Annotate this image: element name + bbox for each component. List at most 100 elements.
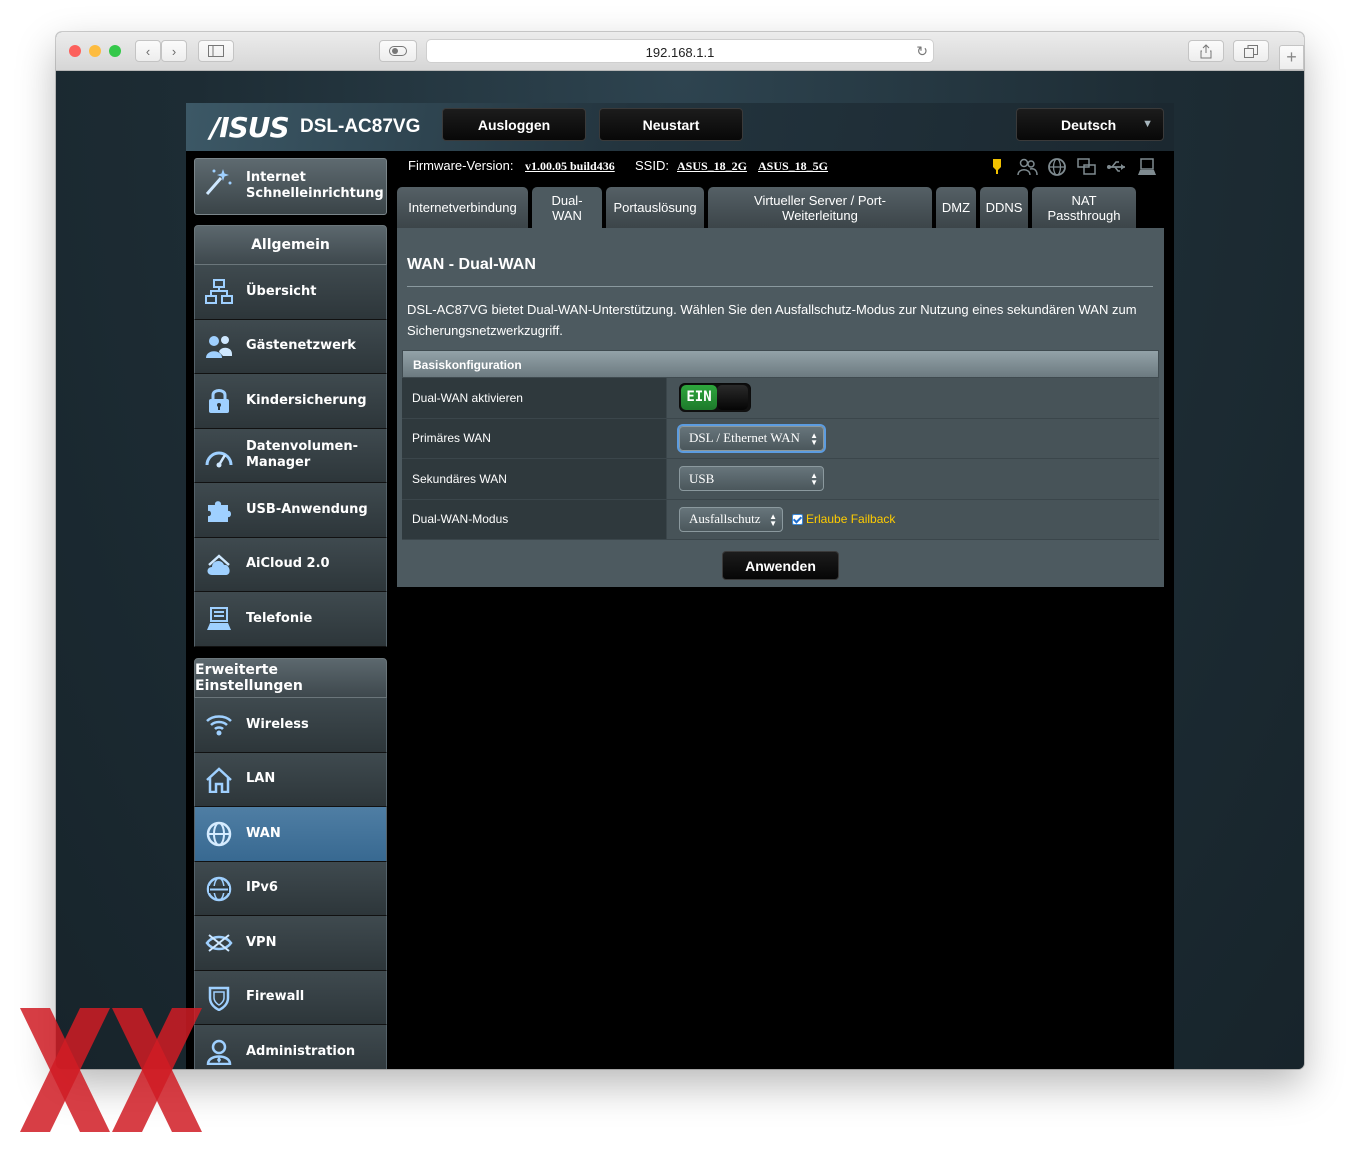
toggle-on-label: EIN xyxy=(681,385,717,411)
clients-icon[interactable] xyxy=(1016,157,1038,177)
tab-label: Dual-WAN xyxy=(551,192,583,223)
new-tab-button[interactable]: + xyxy=(1279,45,1304,70)
reload-icon[interactable]: ↻ xyxy=(916,43,928,60)
tab-nat-passthrough[interactable]: NAT Passthrough xyxy=(1032,187,1136,228)
vpn-icon xyxy=(205,934,233,952)
sidebar-item-guest-network[interactable]: Gästenetzwerk xyxy=(194,319,387,374)
usb-icon[interactable] xyxy=(1106,157,1128,177)
sidebar-item-label: USB-Anwendung xyxy=(246,501,368,517)
url-text: 192.168.1.1 xyxy=(645,45,715,60)
model-name: DSL-AC87VG xyxy=(300,116,421,137)
sidebar-item-vpn[interactable]: VPN xyxy=(194,916,387,971)
page-description: DSL-AC87VG bietet Dual-WAN-Unterstützung… xyxy=(407,302,1137,338)
chevron-right-icon: › xyxy=(171,43,177,59)
sidebar-item-wan[interactable]: WAN xyxy=(194,807,387,862)
puzzle-icon xyxy=(208,501,231,522)
table-row: Dual-WAN aktivieren EIN xyxy=(402,378,1159,419)
sidebar-item-usb-application[interactable]: USB-Anwendung xyxy=(194,483,387,538)
sidebar-item-overview[interactable]: Übersicht xyxy=(194,265,387,320)
chevron-left-icon: ‹ xyxy=(145,43,151,59)
printer-lightbulb-icon[interactable] xyxy=(986,157,1008,177)
language-label: Deutsch xyxy=(1061,117,1117,133)
home-icon xyxy=(206,766,232,793)
sidebar-item-label: LAN xyxy=(246,771,276,787)
sidebar-item-label: Telefonie xyxy=(246,610,313,626)
tab-dmz[interactable]: DMZ xyxy=(936,187,976,228)
firmware-version-link[interactable]: v1.00.05 build436 xyxy=(525,158,615,174)
sidebar-item-label: Administration xyxy=(246,1043,356,1059)
logout-button[interactable]: Ausloggen xyxy=(442,108,586,141)
router-ui: /ISUS DSL-AC87VG Ausloggen Neustart Deut… xyxy=(186,103,1174,1069)
sidebar-item-parental-control[interactable]: Kindersicherung xyxy=(194,374,387,429)
reader-button[interactable] xyxy=(379,40,417,62)
sidebar-item-wireless[interactable]: Wireless xyxy=(194,698,387,753)
tabs-overview-button[interactable] xyxy=(1233,40,1269,62)
plus-icon: + xyxy=(1286,47,1297,67)
tab-ddns[interactable]: DDNS xyxy=(980,187,1028,228)
tab-label: DMZ xyxy=(941,200,971,215)
sidebar-toggle-button[interactable] xyxy=(198,40,234,62)
sidebar-item-firewall[interactable]: Firewall xyxy=(194,970,387,1025)
forward-button[interactable]: › xyxy=(161,40,187,62)
sidebar-item-telephony[interactable]: Telefonie xyxy=(194,592,387,647)
sidebar-item-administration[interactable]: Administration xyxy=(194,1025,387,1069)
share-button[interactable] xyxy=(1188,40,1224,62)
table-row: Primäres WAN DSL / Ethernet WAN ▲ ▼ xyxy=(402,418,1159,459)
devices-icon[interactable] xyxy=(1076,157,1098,177)
apply-button[interactable]: Anwenden xyxy=(722,551,839,580)
shield-icon xyxy=(208,986,230,1011)
primary-wan-cell: DSL / Ethernet WAN ▲ ▼ xyxy=(667,418,1159,458)
failback-checkbox[interactable] xyxy=(792,513,803,525)
dual-wan-mode-value: Ausfallschutz xyxy=(689,511,761,527)
failback-label[interactable]: Erlaube Failback xyxy=(806,512,895,526)
tab-virtual-server[interactable]: Virtueller Server / Port-Weiterleitung xyxy=(708,187,932,228)
sidebar-item-lan[interactable]: LAN xyxy=(194,752,387,807)
internet-status-icon[interactable] xyxy=(1046,157,1068,177)
tab-label: Portauslösung xyxy=(613,200,697,215)
sidebar-item-label: Kindersicherung xyxy=(246,392,367,408)
address-bar[interactable]: 192.168.1.1 ↻ xyxy=(426,39,934,63)
section-header: Basiskonfiguration xyxy=(402,350,1159,378)
tab-dual-wan[interactable]: Dual-WAN xyxy=(532,187,602,228)
tab-internet-connection[interactable]: Internetverbindung xyxy=(397,187,528,228)
secondary-wan-label: Sekundäres WAN xyxy=(402,459,667,499)
dual-wan-toggle[interactable]: EIN xyxy=(679,383,751,413)
primary-wan-select[interactable]: DSL / Ethernet WAN ▲ ▼ xyxy=(679,425,824,451)
reboot-button[interactable]: Neustart xyxy=(599,108,743,141)
tab-label: DDNS xyxy=(985,200,1023,215)
telephone-status-icon[interactable] xyxy=(1136,157,1158,177)
close-window-button[interactable] xyxy=(69,45,81,57)
sidebar-item-label: WAN xyxy=(246,825,281,841)
sidebar-item-ipv6[interactable]: IPv6 xyxy=(194,861,387,916)
sidebar-item-aicloud[interactable]: AiCloud 2.0 xyxy=(194,537,387,592)
dual-wan-mode-select[interactable]: Ausfallschutz ▲ ▼ xyxy=(679,506,783,532)
sidebar-item-traffic-manager[interactable]: Datenvolumen-Manager xyxy=(194,428,387,483)
tab-port-trigger[interactable]: Portauslösung xyxy=(606,187,704,228)
minimize-window-button[interactable] xyxy=(89,45,101,57)
language-select[interactable]: Deutsch ▼ xyxy=(1016,108,1164,141)
ssid-2g-link[interactable]: ASUS_18_2G xyxy=(677,158,747,174)
primary-wan-value: DSL / Ethernet WAN xyxy=(689,430,800,446)
triangle-down-icon: ▼ xyxy=(1142,118,1153,130)
sidebar-item-label: Gästenetzwerk xyxy=(246,338,356,354)
table-row: Sekundäres WAN USB ▲ ▼ xyxy=(402,459,1159,500)
quick-setup-button[interactable]: Internet Schnelleinrichtung xyxy=(194,158,387,215)
status-icons xyxy=(986,157,1158,177)
table-row: Dual-WAN-Modus Ausfallschutz ▲ ▼ Erlaube … xyxy=(402,499,1159,540)
maximize-window-button[interactable] xyxy=(109,45,121,57)
enable-dual-wan-cell: EIN xyxy=(667,378,1159,418)
page-title: WAN - Dual-WAN xyxy=(407,256,536,273)
network-map-icon xyxy=(205,279,233,304)
secondary-wan-select[interactable]: USB ▲ ▼ xyxy=(679,466,824,492)
dual-wan-panel: WAN - Dual-WAN DSL-AC87VG bietet Dual-WA… xyxy=(397,228,1164,587)
tab-label: Virtueller Server / Port-Weiterleitung xyxy=(754,192,886,223)
general-section-header: Allgemein xyxy=(194,225,387,265)
page-viewport: /ISUS DSL-AC87VG Ausloggen Neustart Deut… xyxy=(56,71,1304,1069)
magic-wand-icon xyxy=(203,167,233,204)
back-button[interactable]: ‹ xyxy=(135,40,161,62)
ssid-label: SSID: xyxy=(635,158,669,173)
toggle-knob xyxy=(717,385,748,411)
ssid-5g-link[interactable]: ASUS_18_5G xyxy=(758,158,828,174)
guest-network-icon xyxy=(206,335,232,358)
secondary-wan-cell: USB ▲ ▼ xyxy=(667,459,1159,499)
